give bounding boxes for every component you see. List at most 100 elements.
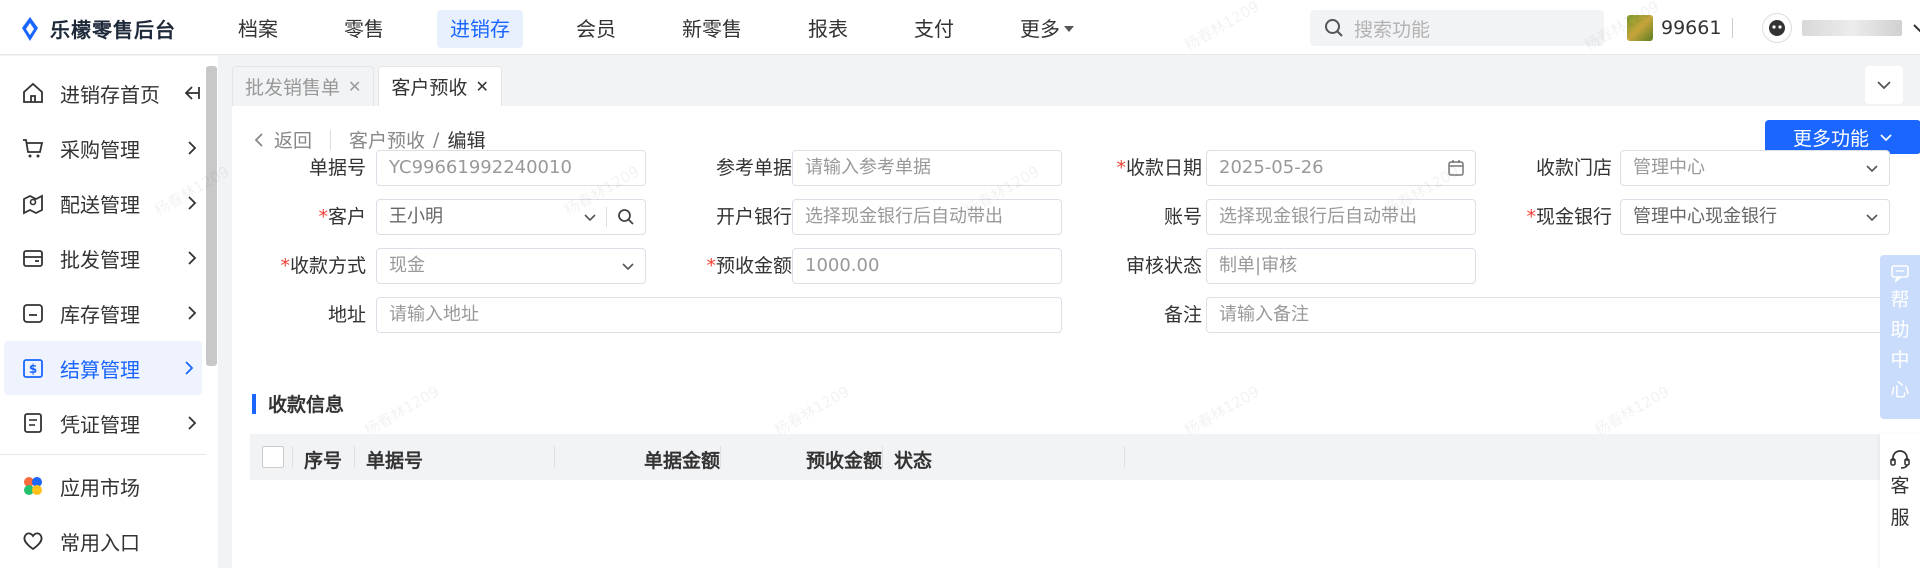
calendar-icon xyxy=(1447,151,1465,185)
tabs-dropdown-button[interactable] xyxy=(1865,66,1903,104)
nav-report[interactable]: 报表 xyxy=(795,10,861,48)
help-char: 心 xyxy=(1890,379,1910,401)
sidebar-item-label: 配送管理 xyxy=(60,192,140,217)
amount-input[interactable]: 1000.00 xyxy=(792,248,1062,284)
page-tabs: 批发销售单 ✕ 客户预收 ✕ xyxy=(232,66,502,106)
amount-label-text: 预收金额 xyxy=(715,255,792,277)
tab-customer-prepay[interactable]: 客户预收 ✕ xyxy=(378,66,502,106)
divider xyxy=(1732,18,1733,38)
doc-no-field[interactable]: YC99661992240010 xyxy=(376,150,646,186)
nav-member[interactable]: 会员 xyxy=(563,10,629,48)
sidebar-item-wholesale[interactable]: 批发管理 xyxy=(0,231,205,285)
sidebar-item-label: 批发管理 xyxy=(60,247,140,272)
pay-method-select[interactable]: 现金 xyxy=(376,248,646,284)
close-icon[interactable]: ✕ xyxy=(475,77,488,96)
shop-switcher[interactable]: 99661 xyxy=(1627,15,1721,41)
sidebar-item-home[interactable]: 进销存首页 xyxy=(0,66,205,120)
sidebar-divider xyxy=(0,454,206,455)
cart-icon xyxy=(20,135,46,161)
user-menu[interactable] xyxy=(1762,13,1920,43)
doc-no-label: 单据号 xyxy=(308,157,366,179)
select-all-checkbox[interactable] xyxy=(262,446,284,468)
sidebar-item-label: 采购管理 xyxy=(60,137,140,162)
logo[interactable]: 乐檬零售后台 xyxy=(18,14,176,43)
sidebar-item-stock[interactable]: 库存管理 xyxy=(0,286,205,340)
help-center-button[interactable]: 帮 助 中 心 xyxy=(1880,255,1920,419)
tab-wholesale-order[interactable]: 批发销售单 ✕ xyxy=(232,66,375,106)
sidebar-item-app-market[interactable]: 应用市场 xyxy=(0,459,205,513)
ref-doc-input[interactable]: 请输入参考单据 xyxy=(792,150,1062,186)
sidebar-item-label: 凭证管理 xyxy=(60,412,140,437)
search-icon[interactable] xyxy=(617,200,635,234)
customer-label-text: 客户 xyxy=(327,206,366,228)
nav-inventory[interactable]: 进销存 xyxy=(437,10,523,48)
audit-label: 审核状态 xyxy=(1125,255,1202,277)
nav-more[interactable]: 更多 xyxy=(1007,10,1087,48)
nav-archive[interactable]: 档案 xyxy=(225,10,291,48)
breadcrumb-parent[interactable]: 客户预收 xyxy=(349,126,425,153)
chevron-right-icon xyxy=(183,193,201,217)
chevron-down-icon xyxy=(1880,133,1892,141)
sidebar-item-settlement[interactable]: $ 结算管理 xyxy=(4,341,202,395)
date-picker[interactable]: 2025-05-26 xyxy=(1206,150,1476,186)
sidebar-item-label: 常用入口 xyxy=(60,530,140,555)
top-bar: 乐檬零售后台 档案 零售 进销存 会员 新零售 报表 支付 更多 搜索功能 99… xyxy=(0,0,1920,55)
audit-status-field[interactable]: 制单|审核 xyxy=(1206,248,1476,284)
nav-retail[interactable]: 零售 xyxy=(331,10,397,48)
main-nav: 档案 零售 进销存 会员 新零售 报表 支付 更多 xyxy=(225,10,1127,48)
search-box[interactable]: 搜索功能 xyxy=(1310,10,1604,46)
sidebar-item-favorites[interactable]: 常用入口 xyxy=(0,514,205,568)
column-divider xyxy=(292,446,293,468)
map-pin-icon xyxy=(20,190,46,216)
close-icon[interactable]: ✕ xyxy=(348,77,361,96)
sidebar-item-label: 库存管理 xyxy=(60,302,140,327)
back-label: 返回 xyxy=(274,130,313,152)
store-value: 管理中心 xyxy=(1633,157,1705,178)
pay-method-label: *收款方式 xyxy=(262,248,366,284)
search-placeholder: 搜索功能 xyxy=(1354,18,1431,41)
home-icon xyxy=(20,80,46,106)
tab-label: 批发销售单 xyxy=(245,77,341,99)
avatar xyxy=(1762,13,1792,43)
main-panel: 返回 客户预收 / 编辑 更多功能 单据号 YC99661992240010 参… xyxy=(232,106,1920,568)
store-label: 收款门店 xyxy=(1535,157,1612,179)
remark-input[interactable]: 请输入备注 xyxy=(1206,297,1890,333)
required-mark: * xyxy=(1526,206,1536,228)
app-title: 乐檬零售后台 xyxy=(50,18,176,42)
more-functions-button[interactable]: 更多功能 xyxy=(1765,120,1920,154)
nav-payment[interactable]: 支付 xyxy=(901,10,967,48)
sidebar-item-voucher[interactable]: 凭证管理 xyxy=(0,396,205,450)
collapse-sidebar-icon[interactable] xyxy=(183,83,201,107)
back-link[interactable]: 返回 xyxy=(254,126,312,153)
user-name-blurred xyxy=(1802,20,1902,36)
svg-text:$: $ xyxy=(29,362,37,376)
customer-service-button[interactable]: 客 服 xyxy=(1880,434,1920,568)
wallet-icon xyxy=(20,245,46,271)
sidebar-scrollbar[interactable] xyxy=(206,66,217,366)
nav-new-retail[interactable]: 新零售 xyxy=(669,10,755,48)
store-select[interactable]: 管理中心 xyxy=(1620,150,1890,186)
chevron-right-icon xyxy=(183,413,201,437)
sidebar-item-purchase[interactable]: 采购管理 xyxy=(0,121,205,175)
date-value: 2025-05-26 xyxy=(1219,157,1324,178)
sidebar-item-distribution[interactable]: 配送管理 xyxy=(0,176,205,230)
column-divider xyxy=(882,446,883,468)
account-field[interactable]: 选择现金银行后自动带出 xyxy=(1206,199,1476,235)
customer-select[interactable]: 王小明 xyxy=(376,199,646,235)
table-header: 序号 单据号 单据金额 预收金额 状态 xyxy=(250,434,1908,480)
nav-more-label: 更多 xyxy=(1020,17,1060,41)
dollar-icon: $ xyxy=(20,355,46,381)
col-status: 状态 xyxy=(894,450,933,472)
column-divider xyxy=(354,446,355,468)
customer-value: 王小明 xyxy=(389,206,443,227)
kefu-char: 服 xyxy=(1890,507,1910,529)
chevron-right-icon xyxy=(183,138,201,162)
sidebar-item-label: 应用市场 xyxy=(60,475,140,500)
section-title: 收款信息 xyxy=(252,390,344,417)
shop-avatar xyxy=(1627,15,1653,41)
cash-bank-select[interactable]: 管理中心现金银行 xyxy=(1620,199,1890,235)
shop-id: 99661 xyxy=(1661,17,1722,39)
ref-doc-label: 参考单据 xyxy=(715,157,792,179)
bank-field[interactable]: 选择现金银行后自动带出 xyxy=(792,199,1062,235)
address-input[interactable]: 请输入地址 xyxy=(376,297,1062,333)
